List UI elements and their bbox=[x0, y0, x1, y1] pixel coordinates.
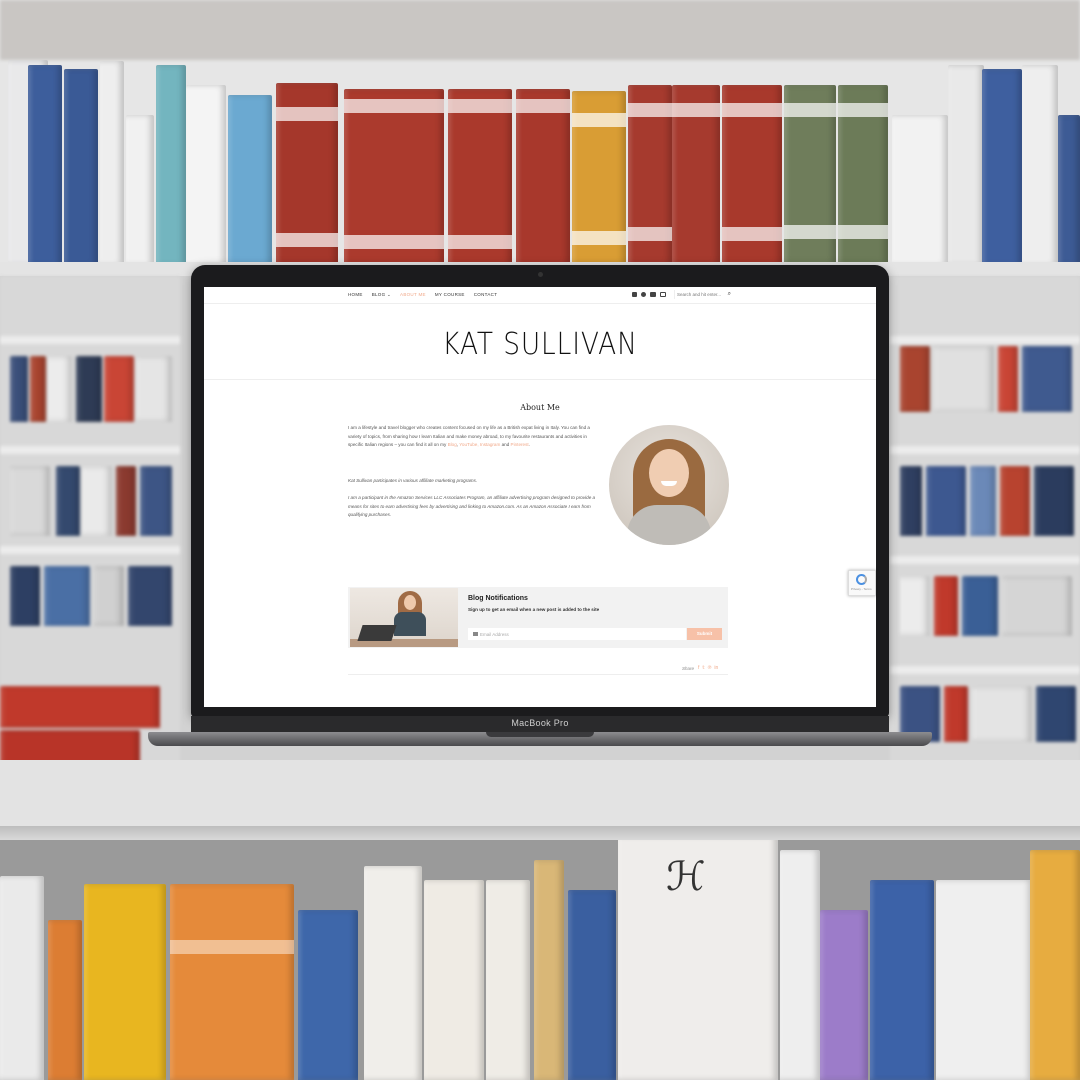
top-nav: HOME BLOG ⌄ ABOUT ME MY COURSE CONTACT S… bbox=[204, 287, 876, 304]
submit-button[interactable]: Submit bbox=[687, 628, 722, 640]
mail-icon bbox=[473, 632, 478, 636]
nav-item-my-course[interactable]: MY COURSE bbox=[435, 292, 465, 298]
social-links bbox=[632, 292, 666, 297]
signup-photo bbox=[350, 588, 458, 647]
share-label: Share bbox=[682, 666, 695, 671]
site-title[interactable]: KAT SULLIVAN bbox=[244, 327, 835, 362]
about-intro: I am a lifestyle and travel blogger who … bbox=[348, 425, 590, 447]
linkedin-icon[interactable]: in bbox=[714, 665, 718, 671]
search-icon[interactable]: ⌕ bbox=[728, 291, 731, 298]
search-box[interactable]: Search and hit enter... ⌕ bbox=[674, 290, 731, 299]
profile-photo bbox=[609, 425, 729, 545]
youtube-icon[interactable] bbox=[650, 292, 656, 297]
blog-link[interactable]: Blog bbox=[448, 442, 457, 447]
top-shelf-row bbox=[0, 0, 1080, 265]
webcam bbox=[538, 272, 543, 277]
pinterest-icon[interactable]: ℗ bbox=[708, 665, 712, 671]
nav-item-about-me[interactable]: ABOUT ME bbox=[400, 292, 426, 298]
nav-menu: HOME BLOG ⌄ ABOUT ME MY COURSE CONTACT bbox=[348, 292, 497, 298]
twitter-icon[interactable]: 𝕥 bbox=[702, 665, 704, 671]
recaptcha-icon bbox=[856, 574, 867, 585]
pinterest-icon[interactable] bbox=[641, 292, 646, 297]
nav-item-blog[interactable]: BLOG ⌄ bbox=[372, 292, 391, 298]
signup-title: Blog Notifications bbox=[468, 595, 528, 602]
blog-notifications-signup: Blog Notifications Sign up to get an ema… bbox=[348, 587, 728, 648]
share-bar: Share f 𝕥 ℗ in bbox=[348, 665, 728, 675]
bottom-shelf-row: ℋ bbox=[0, 840, 1080, 1080]
nav-item-contact[interactable]: CONTACT bbox=[474, 292, 498, 298]
title-divider bbox=[204, 379, 876, 380]
signup-subtitle: Sign up to get an email when a new post … bbox=[468, 607, 600, 612]
amazon-disclosure: I am a participant in the Amazon Service… bbox=[348, 495, 596, 517]
laptop-base bbox=[148, 732, 932, 746]
email-icon[interactable] bbox=[660, 292, 666, 297]
instagram-icon[interactable] bbox=[632, 292, 637, 297]
affiliate-disclosure: Kat Sullivan participates in various aff… bbox=[348, 478, 478, 483]
instagram-link[interactable]: YouTube, Instagram bbox=[459, 442, 500, 447]
nav-item-home[interactable]: HOME bbox=[348, 292, 363, 298]
share-icons: f 𝕥 ℗ in bbox=[698, 665, 718, 671]
email-placeholder: Email Address bbox=[480, 631, 509, 637]
recaptcha-terms[interactable]: Privacy - Terms bbox=[851, 587, 872, 591]
email-field[interactable]: Email Address bbox=[468, 628, 686, 640]
desk-shelf bbox=[0, 760, 1080, 828]
browser-viewport: HOME BLOG ⌄ ABOUT ME MY COURSE CONTACT S… bbox=[204, 287, 876, 707]
search-input[interactable]: Search and hit enter... bbox=[677, 292, 721, 297]
laptop-brand: MacBook Pro bbox=[511, 718, 569, 728]
recaptcha-badge[interactable]: Privacy - Terms bbox=[848, 570, 876, 596]
page-title: About Me bbox=[520, 403, 560, 412]
pinterest-link[interactable]: Pinterest bbox=[511, 442, 529, 447]
facebook-icon[interactable]: f bbox=[698, 665, 699, 671]
